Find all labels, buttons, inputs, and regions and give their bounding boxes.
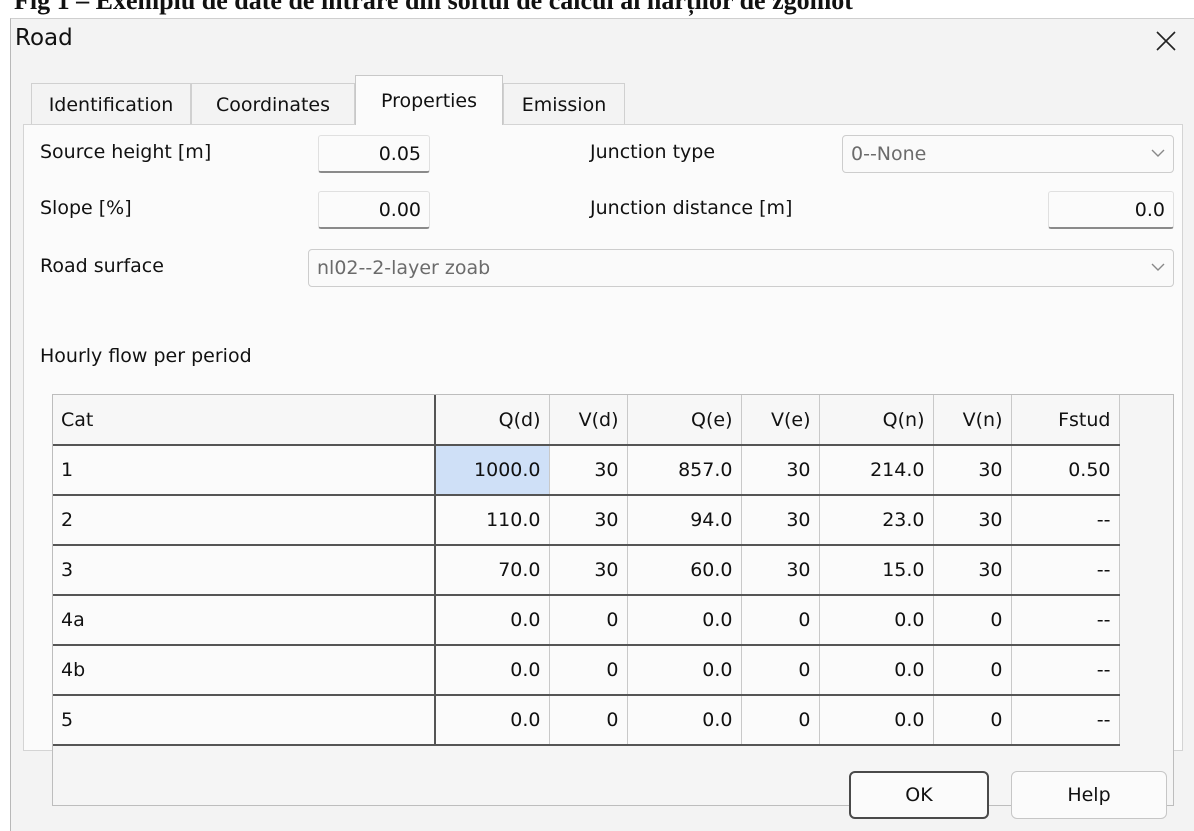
table-cell[interactable]: 30 [549,445,628,496]
table-cell[interactable]: 60.0 [627,545,742,596]
document-caption: Fig 1 – Exemplu de date de intrare din s… [14,0,853,15]
column-header-qe[interactable]: Q(e) [627,395,742,446]
table-cell[interactable]: 3 [53,545,436,596]
table-cell[interactable]: -- [1011,645,1120,696]
table-cell[interactable]: 15.0 [819,545,934,596]
road-surface-select[interactable]: nl02--2-layer zoab [308,249,1174,287]
table-cell[interactable]: 30 [933,545,1012,596]
column-header-fstud[interactable]: Fstud [1011,395,1120,446]
table-cell[interactable]: 0 [741,595,820,646]
table-cell[interactable]: 0 [549,645,628,696]
table-cell[interactable]: 5 [53,695,436,746]
table-cell[interactable]: 0 [741,645,820,696]
ok-button[interactable]: OK [849,771,989,819]
table-row: 1 1000.0 30 857.0 30 214.0 30 0.50 [53,445,1120,496]
table-cell[interactable]: 0.0 [819,695,934,746]
column-header-qd[interactable]: Q(d) [435,395,550,446]
table-cell[interactable]: 0.0 [819,595,934,646]
table-row: 2 110.0 30 94.0 30 23.0 30 -- [53,495,1120,546]
slope-label: Slope [%] [40,197,132,219]
table-cell[interactable]: 0 [741,695,820,746]
flow-table: Cat Q(d) V(d) Q(e) V(e) Q(n) V(n) Fstud … [53,395,1120,746]
table-cell[interactable]: 0.0 [627,595,742,646]
junction-type-value: 0--None [851,143,927,165]
vertical-scrollbar[interactable] [1173,435,1174,475]
table-row: 4a 0.0 0 0.0 0 0.0 0 -- [53,595,1120,646]
junction-distance-field[interactable]: 0.0 [1048,191,1174,229]
table-cell[interactable]: 94.0 [627,495,742,546]
tab-emission[interactable]: Emission [503,83,625,125]
table-cell-selected[interactable]: 1000.0 [435,445,550,496]
properties-panel: Source height [m] 0.05 Slope [%] 0.00 Ju… [23,124,1183,806]
road-dialog: Road Identification Coordinates Properti… [10,18,1194,831]
column-header-cat[interactable]: Cat [53,395,436,446]
table-cell[interactable]: -- [1011,695,1120,746]
table-cell[interactable]: 214.0 [819,445,934,496]
tab-coordinates[interactable]: Coordinates [191,83,355,125]
table-row: 4b 0.0 0 0.0 0 0.0 0 -- [53,645,1120,696]
column-header-vd[interactable]: V(d) [549,395,628,446]
table-row: 3 70.0 30 60.0 30 15.0 30 -- [53,545,1120,596]
hourly-flow-grid: Cat Q(d) V(d) Q(e) V(e) Q(n) V(n) Fstud … [52,394,1174,806]
table-cell[interactable]: 0.0 [435,695,550,746]
table-cell[interactable]: 70.0 [435,545,550,596]
road-surface-label: Road surface [40,255,164,277]
junction-type-select[interactable]: 0--None [842,135,1174,173]
column-header-vn[interactable]: V(n) [933,395,1012,446]
table-cell[interactable]: 0 [933,695,1012,746]
table-cell[interactable]: 0.0 [819,645,934,696]
table-cell[interactable]: 30 [549,545,628,596]
table-cell[interactable]: 30 [549,495,628,546]
table-cell[interactable]: -- [1011,545,1120,596]
table-cell[interactable]: -- [1011,495,1120,546]
close-button[interactable] [1144,21,1188,61]
junction-type-label: Junction type [590,141,716,163]
table-cell[interactable]: 30 [741,445,820,496]
table-cell[interactable]: 857.0 [627,445,742,496]
table-cell[interactable]: 0 [549,695,628,746]
slope-field[interactable]: 0.00 [318,191,430,229]
table-cell[interactable]: 0.50 [1011,445,1120,496]
source-height-label: Source height [m] [40,141,212,163]
column-header-ve[interactable]: V(e) [741,395,820,446]
table-cell[interactable]: 0 [933,595,1012,646]
table-cell[interactable]: 30 [741,495,820,546]
column-header-qn[interactable]: Q(n) [819,395,934,446]
help-button[interactable]: Help [1011,771,1167,819]
table-cell[interactable]: 0.0 [627,695,742,746]
source-height-field[interactable]: 0.05 [318,135,430,173]
table-cell[interactable]: 0.0 [435,645,550,696]
table-cell[interactable]: 30 [933,495,1012,546]
chevron-down-icon [1151,263,1165,271]
chevron-down-icon [1151,149,1165,157]
table-cell[interactable]: 4b [53,645,436,696]
table-header-row: Cat Q(d) V(d) Q(e) V(e) Q(n) V(n) Fstud [53,395,1120,446]
close-icon [1156,31,1176,51]
tab-properties[interactable]: Properties [355,75,503,125]
table-cell[interactable]: 23.0 [819,495,934,546]
table-cell[interactable]: 0 [549,595,628,646]
hourly-flow-label: Hourly flow per period [40,345,252,367]
table-row: 5 0.0 0 0.0 0 0.0 0 -- [53,695,1120,746]
tab-strip: Identification Coordinates Properties Em… [31,75,1181,125]
road-surface-value: nl02--2-layer zoab [317,257,491,279]
table-cell[interactable]: 0.0 [435,595,550,646]
junction-distance-label: Junction distance [m] [590,197,793,219]
table-cell[interactable]: 30 [933,445,1012,496]
tab-identification[interactable]: Identification [31,83,191,125]
table-cell[interactable]: 110.0 [435,495,550,546]
table-cell[interactable]: 30 [741,545,820,596]
table-cell[interactable]: 4a [53,595,436,646]
table-cell[interactable]: -- [1011,595,1120,646]
table-cell[interactable]: 1 [53,445,436,496]
table-cell[interactable]: 0 [933,645,1012,696]
table-cell[interactable]: 0.0 [627,645,742,696]
table-cell[interactable]: 2 [53,495,436,546]
window-title: Road [15,25,73,51]
